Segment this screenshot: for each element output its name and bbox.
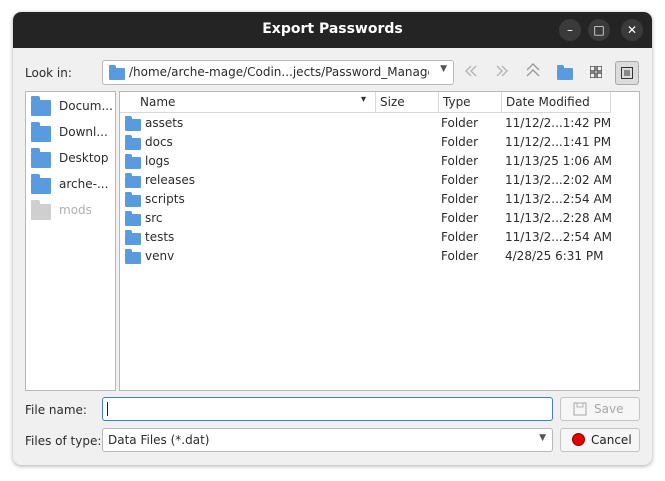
sidebar-item-documents[interactable]: Docum... [31,96,113,118]
column-header-size[interactable]: Size [376,92,439,113]
cancel-button[interactable]: Cancel [560,428,640,452]
file-name: releases [145,173,196,187]
title-bar[interactable]: Export Passwords – □ ✕ [13,12,652,48]
column-header-type[interactable]: Type [439,92,502,113]
folder-icon [125,116,141,131]
maximize-button[interactable]: □ [588,19,610,41]
sidebar-item-label: Desktop [59,151,109,165]
file-row-src[interactable]: src Folder 11/13/2...2:28 AM [120,209,613,228]
cancel-button-label: Cancel [591,433,632,447]
column-header-date[interactable]: Date Modified [502,92,611,113]
file-row-tests[interactable]: tests Folder 11/13/2...2:54 AM [120,228,613,247]
file-name: docs [145,135,173,149]
window-title: Export Passwords [262,21,403,37]
up-button[interactable] [522,62,544,84]
save-icon [573,402,587,416]
file-name: venv [145,249,175,263]
file-row-venv[interactable]: venv Folder 4/28/25 6:31 PM [120,247,610,266]
file-name-input[interactable] [102,397,553,421]
sidebar-item-home[interactable]: arche-... [31,174,113,196]
sidebar-item-downloads[interactable]: Downl... [31,122,113,144]
detail-view-button[interactable] [615,61,639,85]
arrow-left-icon [465,65,477,77]
file-row-docs[interactable]: docs Folder 11/12/2...1:41 PM [120,133,612,152]
folder-icon [31,148,51,168]
sidebar-item-label: arche-... [59,177,109,191]
file-name-label: File name: [25,403,87,417]
sidebar-item-desktop[interactable]: Desktop [31,148,113,170]
file-row-assets[interactable]: assets Folder 11/12/2...1:42 PM [120,114,612,133]
file-date: 11/13/2...2:54 AM [505,192,613,206]
file-name: src [145,211,163,225]
file-type-combo[interactable]: Data Files (*.dat) ▼ [102,428,553,452]
file-name: scripts [145,192,185,206]
grid-view-icon [589,65,603,79]
file-date: 11/13/25 1:06 AM [505,154,613,168]
file-type: Folder [441,211,479,225]
file-type: Folder [441,192,479,206]
new-folder-button[interactable] [554,61,576,83]
file-type: Folder [441,173,479,187]
new-folder-icon [557,65,573,80]
folder-icon [125,135,141,150]
folder-icon [109,65,125,80]
file-type: Folder [441,230,479,244]
file-name: logs [145,154,170,168]
file-type: Folder [441,154,479,168]
folder-icon [31,96,51,116]
folder-icon [31,122,51,142]
text-cursor [107,402,108,416]
save-button[interactable]: Save [560,397,640,421]
places-sidebar: Docum... Downl... Desktop arche-... mods [25,91,116,391]
sidebar-item-label: Docum... [59,99,113,113]
folder-icon [125,249,141,264]
file-row-logs[interactable]: logs Folder 11/13/25 1:06 AM [120,152,613,171]
folder-icon [125,154,141,169]
file-name: tests [145,230,175,244]
minimize-button[interactable]: – [559,19,581,41]
save-button-label: Save [594,402,624,416]
folder-icon [125,211,141,226]
file-type: Folder [441,249,479,263]
sidebar-item-label: Downl... [59,125,108,139]
file-date: 11/12/2...1:41 PM [505,135,612,149]
file-date: 11/12/2...1:42 PM [505,116,612,130]
look-in-label: Look in: [25,66,72,80]
folder-icon [31,200,51,220]
file-date: 11/13/2...2:28 AM [505,211,613,225]
folder-icon [125,192,141,207]
look-in-path: /home/arche-mage/Codin...jects/Password_… [129,65,429,79]
chevron-down-icon: ▼ [440,64,447,74]
look-in-combo[interactable]: /home/arche-mage/Codin...jects/Password_… [102,60,454,85]
file-type-value: Data Files (*.dat) [108,433,210,447]
folder-icon [125,173,141,188]
arrow-up-icon [526,63,540,77]
sort-descending-icon: ▾ [361,94,367,105]
file-row-scripts[interactable]: scripts Folder 11/13/2...2:54 AM [120,190,613,209]
file-name: assets [145,116,184,130]
export-passwords-dialog: Export Passwords – □ ✕ Look in: /home/ar… [13,12,652,465]
file-row-releases[interactable]: releases Folder 11/13/2...2:02 AM [120,171,613,190]
forward-button[interactable] [491,62,513,84]
sidebar-item-label: mods [59,203,92,217]
column-header-name[interactable]: Name ▾ [120,92,376,113]
file-date: 4/28/25 6:31 PM [505,249,604,263]
file-type: Folder [441,116,479,130]
close-button[interactable]: ✕ [621,19,643,41]
icon-view-button[interactable] [585,61,607,83]
folder-icon [125,230,141,245]
folder-icon [31,174,51,194]
file-type-label: Files of type: [25,434,102,448]
arrow-right-icon [496,65,508,77]
cancel-icon [572,433,585,446]
file-date: 11/13/2...2:54 AM [505,230,613,244]
sidebar-item-mods: mods [31,200,113,222]
chevron-down-icon: ▼ [539,433,546,443]
file-type: Folder [441,135,479,149]
list-view-icon [621,67,633,79]
file-date: 11/13/2...2:02 AM [505,173,613,187]
file-list[interactable]: Name ▾ Size Type Date Modified assets Fo… [119,91,640,391]
back-button[interactable] [460,62,482,84]
